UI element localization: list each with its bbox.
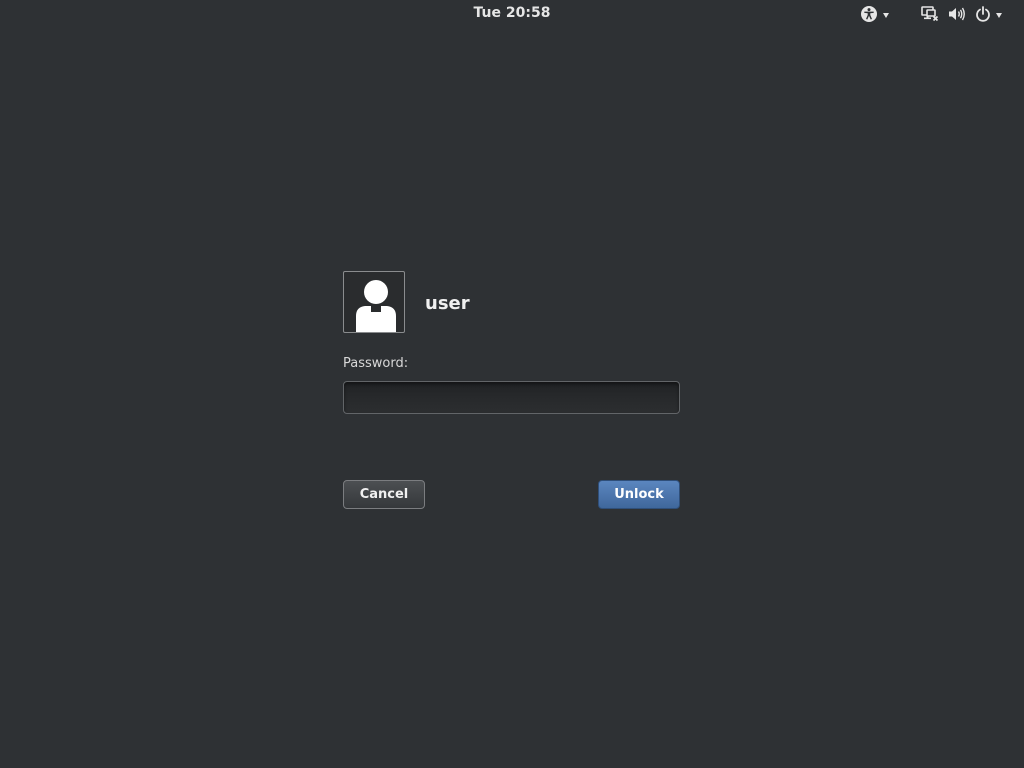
- top-bar: Tue 20:58: [0, 0, 1024, 28]
- password-field[interactable]: [343, 381, 680, 414]
- avatar: [343, 271, 405, 333]
- chevron-down-icon: [996, 12, 1002, 18]
- network-wired-disconnected-icon: [921, 6, 939, 22]
- lock-screen: Tue 20:58 user Password: Cancel Unlock: [0, 0, 1024, 768]
- power-icon: [975, 6, 991, 22]
- system-status-menu[interactable]: [921, 4, 1002, 24]
- accessibility-menu[interactable]: [860, 4, 889, 24]
- accessibility-icon: [860, 5, 878, 23]
- unlock-dialog: user Password: Cancel Unlock: [343, 271, 680, 511]
- chevron-down-icon: [883, 12, 889, 18]
- unlock-button[interactable]: Unlock: [598, 480, 680, 509]
- user-avatar-icon: [344, 280, 404, 332]
- clock-label[interactable]: Tue 20:58: [474, 5, 551, 21]
- password-label: Password:: [343, 356, 409, 371]
- username-label: user: [425, 293, 470, 314]
- volume-icon: [948, 6, 966, 22]
- cancel-button[interactable]: Cancel: [343, 480, 425, 509]
